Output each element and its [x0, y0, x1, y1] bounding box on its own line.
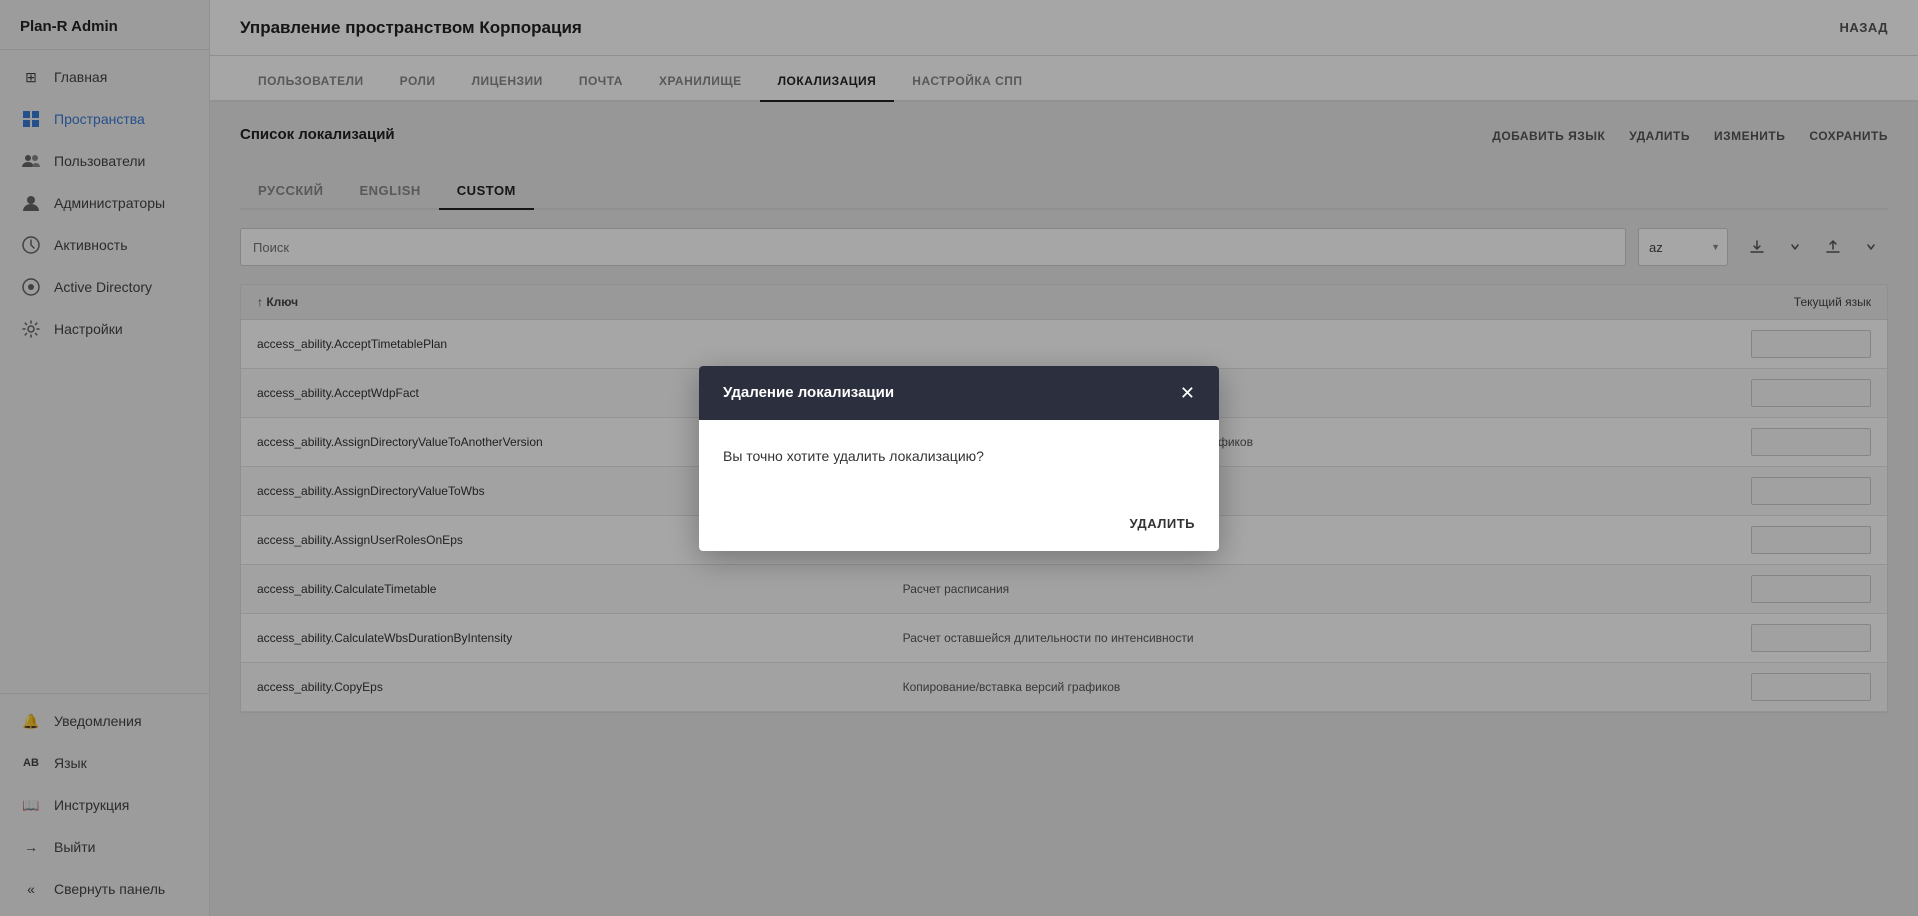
modal-body: Вы точно хотите удалить локализацию? [699, 420, 1219, 516]
modal-overlay[interactable]: Удаление локализации ✕ Вы точно хотите у… [0, 0, 1918, 916]
modal-header: Удаление локализации ✕ [699, 366, 1219, 420]
delete-modal: Удаление локализации ✕ Вы точно хотите у… [699, 366, 1219, 551]
modal-body-text: Вы точно хотите удалить локализацию? [723, 448, 1195, 464]
modal-delete-button[interactable]: УДАЛИТЬ [1130, 516, 1196, 531]
modal-close-button[interactable]: ✕ [1180, 384, 1195, 402]
modal-footer: УДАЛИТЬ [699, 516, 1219, 551]
modal-title: Удаление локализации [723, 384, 894, 401]
